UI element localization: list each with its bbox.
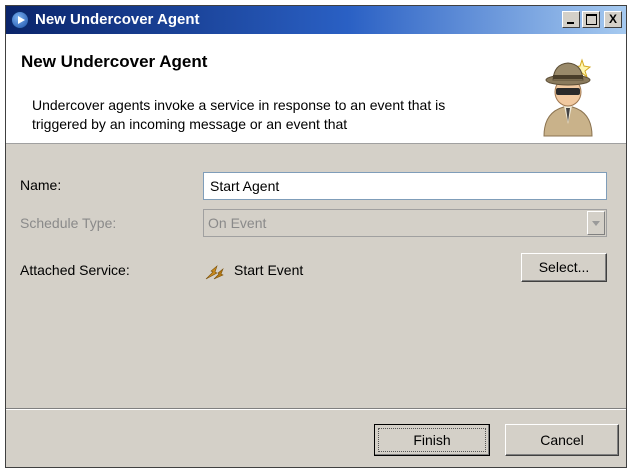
- wizard-banner: New Undercover Agent Undercover agents i…: [6, 34, 626, 144]
- schedule-type-label: Schedule Type:: [20, 215, 117, 231]
- start-event-icon: [205, 265, 224, 280]
- finish-button[interactable]: Finish: [374, 424, 490, 456]
- footer-divider: [6, 408, 626, 410]
- banner-title: New Undercover Agent: [21, 52, 208, 71]
- select-service-button[interactable]: Select...: [521, 253, 607, 282]
- window-controls: X: [562, 11, 622, 28]
- app-icon: [11, 11, 29, 29]
- window-title: New Undercover Agent: [35, 11, 200, 28]
- schedule-type-value: On Event: [208, 215, 267, 231]
- dialog-window: New Undercover Agent X New Undercover Ag…: [5, 5, 627, 468]
- agent-form: Name: Schedule Type: On Event Attached S…: [6, 145, 626, 407]
- attached-service-label: Attached Service:: [20, 262, 130, 278]
- name-label: Name:: [20, 177, 62, 193]
- title-bar[interactable]: New Undercover Agent X: [6, 6, 626, 34]
- cancel-button[interactable]: Cancel: [505, 424, 619, 456]
- banner-description: Undercover agents invoke a service in re…: [32, 97, 446, 132]
- undercover-agent-icon: [543, 58, 593, 137]
- chevron-down-icon: [587, 211, 605, 235]
- close-button[interactable]: X: [604, 11, 622, 28]
- schedule-type-select: On Event: [203, 209, 607, 237]
- minimize-button[interactable]: [562, 11, 580, 28]
- maximize-button[interactable]: [582, 11, 600, 28]
- attached-service-name: Start Event: [234, 262, 304, 278]
- name-field[interactable]: [203, 172, 607, 200]
